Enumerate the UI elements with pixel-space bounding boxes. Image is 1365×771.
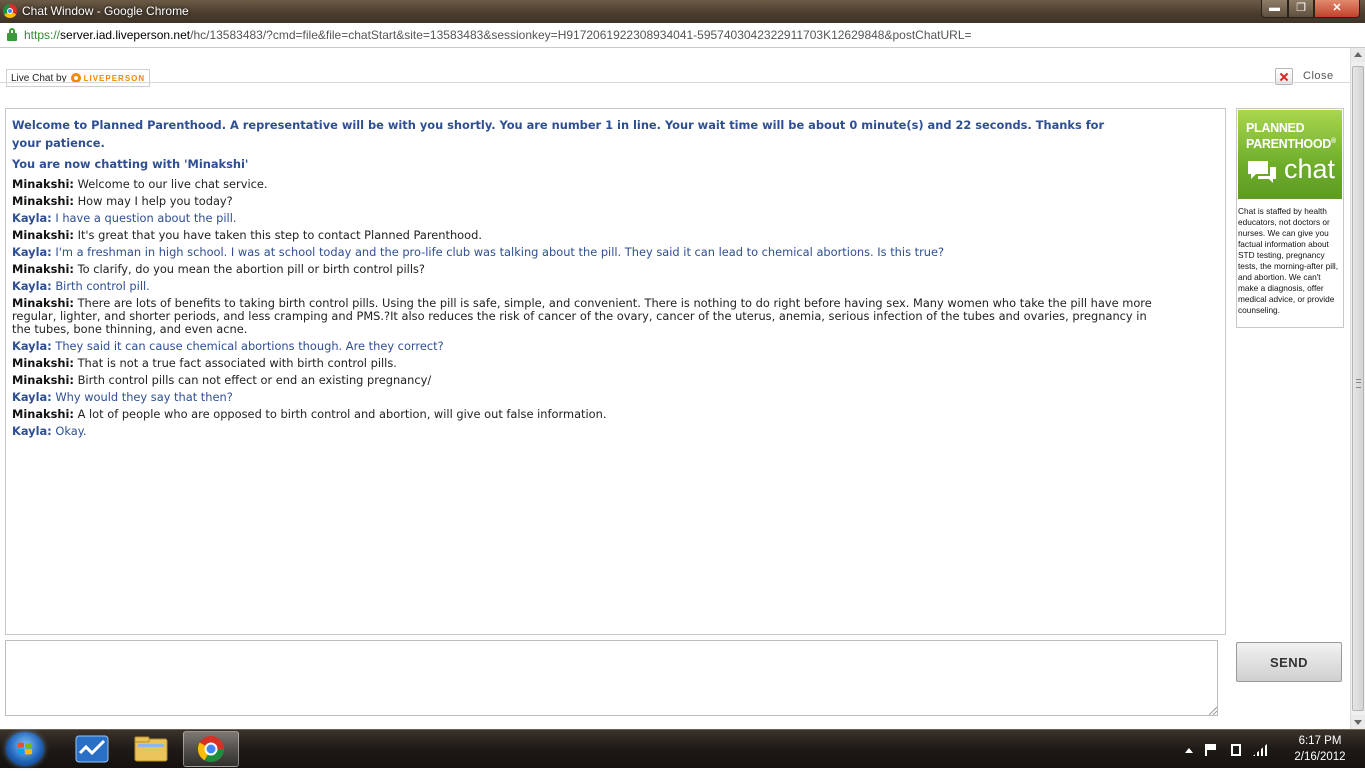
message-text: A lot of people who are opposed to birth… bbox=[77, 407, 607, 421]
message-text: Birth control pill. bbox=[55, 279, 150, 293]
chat-line: Minakshi: It's great that you have taken… bbox=[12, 227, 1152, 244]
system-tray bbox=[1185, 740, 1267, 760]
taskbar-clock[interactable]: 6:17 PM 2/16/2012 bbox=[1280, 733, 1360, 765]
resize-grip-icon[interactable] bbox=[1207, 705, 1217, 715]
network-signal-icon[interactable] bbox=[1253, 744, 1267, 756]
sender-name: Kayla: bbox=[12, 279, 52, 293]
sender-name: Minakshi: bbox=[12, 356, 74, 370]
brand-name: LIVEPERSON bbox=[83, 73, 146, 83]
chrome-icon bbox=[3, 4, 17, 18]
message-text: It's great that you have taken this step… bbox=[77, 228, 482, 242]
action-center-flag-icon[interactable] bbox=[1205, 744, 1219, 756]
now-chatting-message: You are now chatting with 'Minakshi' bbox=[12, 157, 249, 171]
sender-name: Kayla: bbox=[12, 424, 52, 438]
message-text: There are lots of benefits to taking bir… bbox=[12, 296, 1152, 336]
planned-parenthood-panel: PLANNED PARENTHOOD® chat Chat is staffed… bbox=[1236, 108, 1344, 328]
url-scheme: https:// bbox=[24, 28, 61, 42]
message-input[interactable] bbox=[5, 640, 1218, 716]
sender-name: Minakshi: bbox=[12, 296, 74, 310]
message-text: Why would they say that then? bbox=[55, 390, 233, 404]
address-bar[interactable]: https://server.iad.liveperson.net/hc/135… bbox=[0, 23, 1365, 48]
checkmark-app-icon bbox=[75, 735, 109, 763]
windows-logo-icon bbox=[18, 742, 32, 755]
staffing-disclaimer: Chat is staffed by health educators, not… bbox=[1238, 206, 1339, 315]
logo-line-2: PARENTHOOD® bbox=[1246, 135, 1336, 151]
chat-bubble-icon bbox=[1248, 161, 1276, 183]
chat-line: Kayla: I have a question about the pill. bbox=[12, 210, 1152, 227]
welcome-message: Welcome to Planned Parenthood. A represe… bbox=[12, 118, 1105, 150]
message-text: Okay. bbox=[55, 424, 87, 438]
start-button[interactable] bbox=[6, 732, 44, 766]
scroll-down-arrow-icon[interactable] bbox=[1351, 715, 1365, 729]
browser-status-strip bbox=[0, 716, 1350, 729]
close-label[interactable]: Close bbox=[1303, 70, 1334, 82]
message-text: They said it can cause chemical abortion… bbox=[55, 339, 444, 353]
chat-line: Kayla: I'm a freshman in high school. I … bbox=[12, 244, 1152, 261]
taskbar-app-explorer[interactable] bbox=[123, 731, 179, 767]
scroll-thumb[interactable] bbox=[1352, 66, 1364, 711]
chat-line: Kayla: Birth control pill. bbox=[12, 278, 1152, 295]
sender-name: Kayla: bbox=[12, 390, 52, 404]
sender-name: Minakshi: bbox=[12, 177, 74, 191]
chat-header: Live Chat by LIVEPERSON Close bbox=[0, 48, 1350, 87]
liveperson-badge[interactable]: Live Chat by LIVEPERSON bbox=[6, 69, 151, 87]
power-icon[interactable] bbox=[1231, 744, 1241, 756]
sender-name: Minakshi: bbox=[12, 262, 74, 276]
planned-parenthood-chat-logo: PLANNED PARENTHOOD® chat bbox=[1238, 110, 1342, 199]
thumb-grip-icon bbox=[1356, 379, 1361, 388]
maximize-button[interactable]: ❐ bbox=[1288, 0, 1314, 18]
chat-line: Minakshi: How may I help you today? bbox=[12, 193, 1152, 210]
chat-line: Kayla: Okay. bbox=[12, 423, 1152, 440]
sender-name: Minakshi: bbox=[12, 407, 74, 421]
message-text: Birth control pills can not effect or en… bbox=[77, 373, 432, 387]
chat-line: Kayla: Why would they say that then? bbox=[12, 389, 1152, 406]
chat-line: Minakshi: Birth control pills can not ef… bbox=[12, 372, 1152, 389]
url-path: /hc/13583483/?cmd=file&file=chatStart&si… bbox=[190, 28, 972, 42]
message-text: How may I help you today? bbox=[77, 194, 233, 208]
url-host: server.iad.liveperson.net bbox=[60, 28, 191, 42]
brand-prefix: Live Chat by bbox=[11, 72, 67, 84]
window-close-button[interactable]: ✕ bbox=[1314, 0, 1360, 18]
tray-expand-icon[interactable] bbox=[1185, 747, 1193, 753]
chrome-taskbar-icon bbox=[197, 736, 225, 763]
scroll-up-arrow-icon[interactable] bbox=[1351, 48, 1365, 62]
sender-name: Kayla: bbox=[12, 211, 52, 225]
page-scrollbar[interactable] bbox=[1350, 48, 1365, 729]
sender-name: Kayla: bbox=[12, 245, 52, 259]
chat-line: Minakshi: There are lots of benefits to … bbox=[12, 297, 1152, 336]
minimize-button[interactable]: ▬ bbox=[1261, 0, 1288, 18]
logo-line-2-text: PARENTHOOD bbox=[1246, 137, 1331, 152]
browser-title-bar: Chat Window - Google Chrome ▬ ❐ ✕ bbox=[0, 0, 1365, 23]
chat-line: Minakshi: That is not a true fact associ… bbox=[12, 355, 1152, 372]
lock-icon bbox=[7, 28, 17, 41]
sender-name: Minakshi: bbox=[12, 194, 74, 208]
header-divider bbox=[0, 82, 1350, 83]
logo-chat-word: chat bbox=[1284, 154, 1336, 184]
chat-line: Minakshi: To clarify, do you mean the ab… bbox=[12, 261, 1152, 278]
message-text: I'm a freshman in high school. I was at … bbox=[55, 245, 945, 259]
message-text: I have a question about the pill. bbox=[55, 211, 237, 225]
send-button[interactable]: SEND bbox=[1236, 642, 1342, 682]
message-text: To clarify, do you mean the abortion pil… bbox=[77, 262, 425, 276]
sender-name: Kayla: bbox=[12, 339, 52, 353]
chat-line: Minakshi: A lot of people who are oppose… bbox=[12, 406, 1152, 423]
chat-line: Kayla: They said it can cause chemical a… bbox=[12, 338, 1152, 355]
clock-time: 6:17 PM bbox=[1298, 735, 1342, 747]
clock-date: 2/16/2012 bbox=[1294, 751, 1346, 763]
folder-icon bbox=[134, 736, 168, 762]
chat-transcript[interactable]: Welcome to Planned Parenthood. A represe… bbox=[5, 108, 1226, 635]
sender-name: Minakshi: bbox=[12, 373, 74, 387]
sender-name: Minakshi: bbox=[12, 228, 74, 242]
message-text: That is not a true fact associated with … bbox=[77, 356, 397, 370]
window-title: Chat Window - Google Chrome bbox=[22, 4, 189, 18]
message-text: Welcome to our live chat service. bbox=[77, 177, 268, 191]
taskbar-app-chrome[interactable] bbox=[183, 731, 239, 767]
windows-taskbar: 6:17 PM 2/16/2012 bbox=[0, 729, 1365, 768]
taskbar-app-messenger[interactable] bbox=[64, 731, 120, 767]
url-text[interactable]: https://server.iad.liveperson.net/hc/135… bbox=[24, 28, 972, 42]
registered-mark: ® bbox=[1330, 138, 1336, 145]
logo-line-1: PLANNED bbox=[1246, 121, 1305, 135]
chat-line: Minakshi: Welcome to our live chat servi… bbox=[12, 176, 1152, 193]
